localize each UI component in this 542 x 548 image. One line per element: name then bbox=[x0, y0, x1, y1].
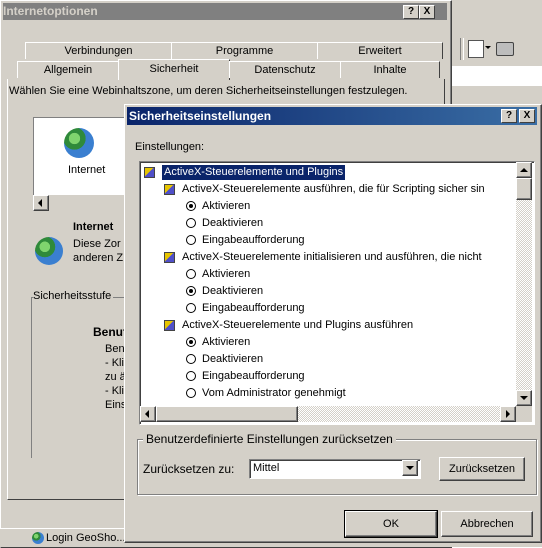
select-dropdown-button[interactable] bbox=[402, 460, 418, 476]
radio-checked-icon[interactable] bbox=[186, 201, 196, 211]
settings-option-label: Deaktivieren bbox=[202, 353, 264, 365]
security-settings-titlebar: Sicherheitseinstellungen ? X bbox=[127, 107, 537, 125]
ie-icon bbox=[32, 532, 44, 544]
zone-title: Internet bbox=[73, 221, 114, 233]
scroll-right-icon bbox=[506, 410, 510, 418]
settings-option-label: Eingabeaufforderung bbox=[202, 302, 305, 314]
horizontal-scrollbar[interactable] bbox=[140, 406, 516, 422]
security-settings-dialog: Sicherheitseinstellungen ? X Einstellung… bbox=[124, 104, 542, 543]
reset-level-value: Mittel bbox=[253, 462, 280, 474]
reset-to-label: Zurücksetzen zu: bbox=[143, 462, 235, 476]
settings-item-label: ActiveX-Steuerelemente initialisieren un… bbox=[182, 251, 482, 263]
print-icon[interactable] bbox=[496, 42, 514, 56]
radio-unchecked-icon[interactable] bbox=[186, 235, 196, 245]
level-line-2: - Kli bbox=[105, 357, 124, 369]
dialog-close-button[interactable]: X bbox=[519, 109, 535, 123]
settings-option-label: Aktivieren bbox=[202, 336, 251, 348]
settings-item-label: ActiveX-Steuerelemente ausführen, die fü… bbox=[182, 183, 485, 195]
chevron-down-icon[interactable] bbox=[485, 46, 491, 49]
radio-checked-icon[interactable] bbox=[186, 337, 196, 347]
reset-group-label: Benutzerdefinierte Einstellungen zurücks… bbox=[143, 432, 396, 446]
settings-rows: ActiveX-Steuerelemente und Plugins Active… bbox=[144, 164, 518, 408]
help-button[interactable]: ? bbox=[403, 5, 419, 19]
settings-option-label: Aktivieren bbox=[202, 200, 251, 212]
scroll-left-button[interactable] bbox=[140, 406, 156, 422]
level-line-4: - Kli bbox=[105, 385, 124, 397]
zone-globe-icon bbox=[35, 237, 63, 265]
level-line-1: Ben bbox=[105, 343, 125, 355]
taskbar-item-label: Login GeoSho... bbox=[46, 532, 126, 544]
security-level-label: Sicherheitsstufe bbox=[33, 290, 114, 302]
settings-option-label: Deaktivieren bbox=[202, 217, 264, 229]
scroll-right-button[interactable] bbox=[500, 406, 516, 422]
radio-unchecked-icon[interactable] bbox=[186, 354, 196, 364]
settings-category-icon bbox=[144, 167, 155, 178]
settings-category-label: ActiveX-Steuerelemente und Plugins bbox=[162, 165, 346, 180]
zone-list-scrollbar[interactable] bbox=[33, 195, 129, 211]
scroll-left-icon bbox=[145, 410, 149, 418]
tab-verbindungen[interactable]: Verbindungen bbox=[25, 42, 171, 59]
settings-option-label: Vom Administrator genehmigt bbox=[202, 387, 346, 399]
settings-item-icon bbox=[164, 252, 175, 263]
radio-unchecked-icon[interactable] bbox=[186, 269, 196, 279]
edit-page-icon[interactable] bbox=[468, 40, 484, 58]
scrollbar-corner bbox=[516, 406, 532, 422]
scroll-down-icon bbox=[520, 396, 528, 400]
tab-datenschutz[interactable]: Datenschutz bbox=[229, 61, 340, 78]
settings-item-icon bbox=[164, 320, 175, 331]
zone-description-2: anderen Z bbox=[73, 252, 124, 264]
address-bar-fragment[interactable] bbox=[452, 66, 542, 86]
radio-unchecked-icon[interactable] bbox=[186, 218, 196, 228]
tab-erweitert[interactable]: Erweitert bbox=[317, 42, 443, 59]
tab-sicherheit[interactable]: Sicherheit bbox=[118, 59, 230, 80]
settings-list[interactable]: ActiveX-Steuerelemente und Plugins Active… bbox=[139, 161, 535, 425]
radio-unchecked-icon[interactable] bbox=[186, 388, 196, 398]
reset-level-select[interactable]: Mittel bbox=[249, 459, 421, 479]
chevron-down-icon bbox=[406, 466, 414, 470]
settings-item-label: ActiveX-Steuerelemente und Plugins ausfü… bbox=[182, 319, 414, 331]
cancel-button[interactable]: Abbrechen bbox=[441, 511, 533, 537]
browser-toolbar-background bbox=[452, 0, 542, 110]
level-title: Benut bbox=[93, 325, 127, 339]
vertical-scrollbar[interactable] bbox=[516, 162, 532, 406]
scroll-up-icon bbox=[520, 168, 528, 172]
radio-checked-icon[interactable] bbox=[186, 286, 196, 296]
settings-option-label: Eingabeaufforderung bbox=[202, 370, 305, 382]
settings-option-label: Deaktivieren bbox=[202, 285, 264, 297]
zone-item-internet[interactable]: Internet bbox=[68, 164, 105, 176]
scroll-up-button[interactable] bbox=[516, 162, 532, 178]
internet-options-titlebar: Internetoptionen ? X bbox=[3, 3, 447, 20]
hscroll-thumb[interactable] bbox=[156, 406, 298, 422]
scroll-down-button[interactable] bbox=[516, 390, 532, 406]
tab-programme[interactable]: Programme bbox=[171, 42, 317, 59]
dialog-help-button[interactable]: ? bbox=[501, 109, 517, 123]
window-title: Internetoptionen bbox=[3, 4, 98, 18]
tab-allgemein[interactable]: Allgemein bbox=[17, 61, 118, 78]
ok-button[interactable]: OK bbox=[344, 510, 438, 538]
scroll-thumb[interactable] bbox=[516, 178, 532, 200]
settings-item-icon bbox=[164, 184, 175, 195]
settings-option-label: Aktivieren bbox=[202, 268, 251, 280]
dialog-title: Sicherheitseinstellungen bbox=[129, 109, 272, 123]
zone-instruction: Wählen Sie eine Webinhaltszone, um deren… bbox=[9, 85, 408, 97]
radio-unchecked-icon[interactable] bbox=[186, 303, 196, 313]
reset-button[interactable]: Zurücksetzen bbox=[439, 457, 525, 481]
globe-icon bbox=[64, 128, 94, 158]
tab-inhalte[interactable]: Inhalte bbox=[340, 61, 440, 78]
zone-description-1: Diese Zor bbox=[73, 238, 121, 250]
level-line-3: zu ä bbox=[105, 371, 126, 383]
settings-label: Einstellungen: bbox=[135, 141, 205, 153]
scroll-left-icon bbox=[38, 199, 42, 207]
radio-unchecked-icon[interactable] bbox=[186, 371, 196, 381]
settings-option-label: Eingabeaufforderung bbox=[202, 234, 305, 246]
close-button[interactable]: X bbox=[419, 5, 435, 19]
